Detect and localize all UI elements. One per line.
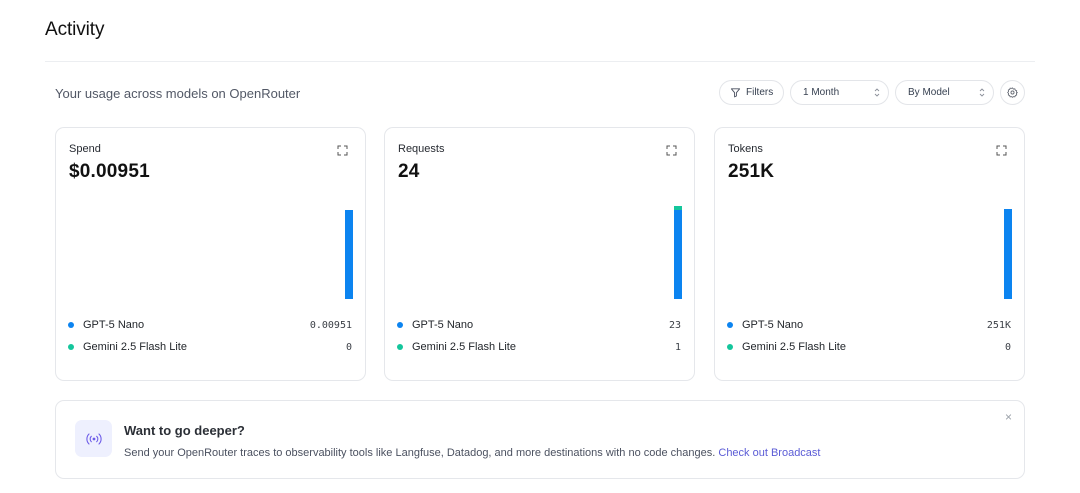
- card-label: Tokens: [728, 143, 763, 155]
- toolbar: Filters 1 Month By Model: [719, 80, 1025, 105]
- model-name: GPT-5 Nano: [83, 319, 145, 331]
- model-name: GPT-5 Nano: [742, 319, 804, 331]
- legend-dot: [397, 344, 403, 350]
- expand-icon[interactable]: [337, 145, 348, 156]
- legend-row: Gemini 2.5 Flash Lite 0: [727, 340, 1011, 354]
- legend-row: GPT-5 Nano 0.00951: [68, 318, 352, 332]
- broadcast-link[interactable]: Check out Broadcast: [718, 447, 820, 459]
- model-value: 0: [1004, 341, 1011, 353]
- period-select-value: 1 Month: [803, 87, 840, 98]
- legend-dot: [68, 322, 74, 328]
- filter-icon: [730, 88, 741, 98]
- legend-row: Gemini 2.5 Flash Lite 0: [68, 340, 352, 354]
- model-value: 23: [668, 319, 681, 331]
- legend-dot: [727, 344, 733, 350]
- spend-card: Spend $0.00951 GPT-5 Nano 0.00951 Gemini…: [55, 127, 366, 381]
- page-title: Activity: [45, 19, 105, 40]
- usage-bar: [1004, 209, 1012, 299]
- bar-segment-gpt-5-nano: [1004, 209, 1012, 299]
- filters-button[interactable]: Filters: [719, 80, 784, 105]
- usage-bar: [345, 210, 353, 299]
- bar-segment-gpt-5-nano: [345, 210, 353, 299]
- legend-row: GPT-5 Nano 23: [397, 318, 681, 332]
- group-by-select[interactable]: By Model: [895, 80, 994, 105]
- model-value: 251K: [986, 319, 1011, 331]
- card-value: 24: [398, 161, 420, 182]
- requests-card: Requests 24 GPT-5 Nano 23 Gemini 2.5 Fla…: [384, 127, 695, 381]
- model-value: 1: [674, 341, 681, 353]
- model-name: Gemini 2.5 Flash Lite: [742, 341, 846, 353]
- banner-heading: Want to go deeper?: [124, 423, 245, 438]
- legend-dot: [397, 322, 403, 328]
- usage-bar: [674, 206, 682, 299]
- usage-subtitle: Your usage across models on OpenRouter: [55, 86, 301, 101]
- model-name: Gemini 2.5 Flash Lite: [412, 341, 516, 353]
- settings-button[interactable]: [1000, 80, 1025, 105]
- card-label: Spend: [69, 143, 101, 155]
- model-value: 0.00951: [309, 319, 352, 331]
- model-value: 0: [345, 341, 352, 353]
- card-value: 251K: [728, 161, 775, 182]
- bar-segment-gpt-5-nano: [674, 210, 682, 299]
- legend-row: Gemini 2.5 Flash Lite 1: [397, 340, 681, 354]
- period-select[interactable]: 1 Month: [790, 80, 889, 105]
- broadcast-banner: Want to go deeper? Send your OpenRouter …: [55, 400, 1025, 479]
- select-chevrons-icon: [979, 87, 985, 98]
- banner-description: Send your OpenRouter traces to observabi…: [124, 447, 821, 459]
- model-name: GPT-5 Nano: [412, 319, 474, 331]
- group-by-select-value: By Model: [908, 87, 950, 98]
- gear-icon: [1007, 87, 1018, 98]
- legend-dot: [727, 322, 733, 328]
- divider: [45, 61, 1035, 62]
- close-icon[interactable]: ×: [1005, 410, 1012, 424]
- broadcast-icon: [75, 420, 112, 457]
- expand-icon[interactable]: [666, 145, 677, 156]
- model-name: Gemini 2.5 Flash Lite: [83, 341, 187, 353]
- card-value: $0.00951: [69, 161, 150, 182]
- expand-icon[interactable]: [996, 145, 1007, 156]
- tokens-card: Tokens 251K GPT-5 Nano 251K Gemini 2.5 F…: [714, 127, 1025, 381]
- bar-segment-gemini-flash-lite: [674, 206, 682, 210]
- filters-label: Filters: [746, 87, 774, 98]
- legend-row: GPT-5 Nano 251K: [727, 318, 1011, 332]
- select-chevrons-icon: [874, 87, 880, 98]
- legend-dot: [68, 344, 74, 350]
- card-label: Requests: [398, 143, 445, 155]
- banner-text: Send your OpenRouter traces to observabi…: [124, 447, 716, 459]
